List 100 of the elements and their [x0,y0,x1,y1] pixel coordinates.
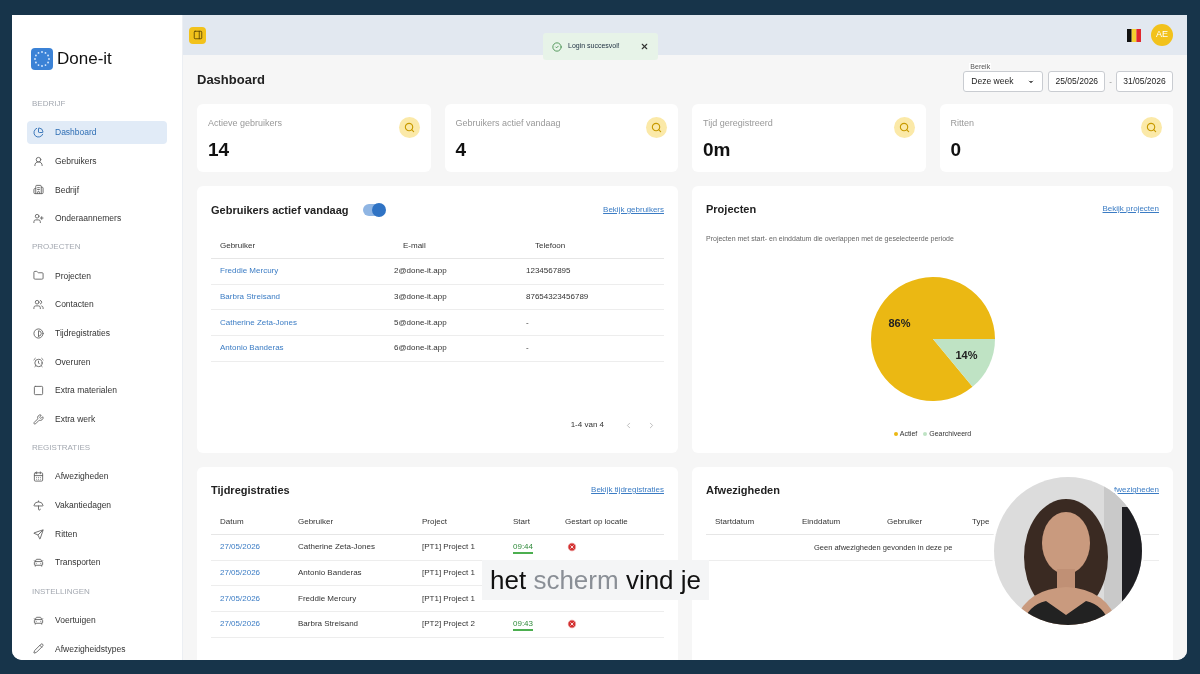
sidebar-item[interactable]: Contacten [27,293,167,317]
user-link[interactable]: Antonio Banderas [220,342,284,355]
table-cell: 6@done-it.app [394,342,447,355]
range-separator: - [1109,75,1112,88]
card-title: Tijdregistraties [211,482,290,498]
calendar-icon [33,471,44,483]
folder-icon [33,270,44,282]
table-cell: Antonio Banderas [298,567,362,580]
view-link[interactable]: fwezigheden [1114,484,1159,496]
table-cell: Catherine Zeta-Jones [298,541,375,554]
search-button[interactable] [398,117,420,138]
stat-label: Tijd geregistreerd [703,117,774,130]
sidebar-item[interactable]: Extra materialen [27,379,167,403]
search-button[interactable] [646,117,667,138]
column-header: Gebruiker [220,239,256,252]
close-icon[interactable] [640,42,649,51]
alarm-clock-icon [33,356,44,368]
stat-value: 0 [950,139,963,159]
table-cell: [PT2] Project 2 [422,618,475,631]
section-heading: INSTELLINGEN [32,585,90,598]
column-header: Start [513,515,530,528]
sidebar-item[interactable]: Gebruikers [27,149,167,173]
table-cell: 1234567895 [526,265,571,278]
table-cell: Barbra Streisand [298,618,359,631]
stat-value: 4 [455,139,468,159]
sidebar-item[interactable]: Voertuigen [27,608,167,632]
table-cell: - [526,316,529,329]
sidebar-item[interactable]: Afwezigheden [27,465,167,489]
panel-icon [192,30,203,40]
sidebar-item[interactable]: Vakantiedagen [27,493,167,517]
column-header: Datum [220,515,244,528]
users-icon [33,299,44,311]
user-icon [33,155,44,167]
panel-toggle-button[interactable] [189,26,206,44]
view-link[interactable]: Bekijk tijdregistraties [591,484,664,496]
building-icon [33,184,44,196]
section-heading: PROJECTEN [32,241,81,254]
user-link[interactable]: Barbra Streisand [220,291,281,304]
table-cell: [PT1] Project 1 [422,567,475,580]
view-link[interactable]: Bekijk gebruikers [603,204,664,216]
logo-icon [31,47,53,70]
column-header: Gebruiker [887,515,923,528]
search-button[interactable] [893,117,915,138]
date-field[interactable]: 25/05/2026 [1048,71,1106,92]
table-cell: - [526,342,529,355]
column-header: Gebruiker [298,515,334,528]
sidebar-item[interactable]: Afwezigheidstypes [27,637,167,660]
column-header: E-mail [403,239,426,252]
next-page-icon[interactable] [647,420,656,430]
half-circle-icon [33,327,44,339]
date-field[interactable]: 31/05/2026 [1116,71,1173,92]
section-heading: BEDRIJF [32,97,66,110]
slice-label: 14% [954,348,977,361]
table-cell: 2@done-it.app [394,265,447,278]
page-title: Dashboard [197,70,265,89]
subtitle-caption: het scherm vind je [482,560,710,600]
card-title: Projecten [706,201,757,217]
column-header: Type [972,515,990,528]
stat-value: 14 [208,139,231,159]
check-icon [552,41,562,52]
column-header: Startdatum [715,515,755,528]
stat-label: Ritten [950,117,975,130]
previous-page-icon[interactable] [624,420,633,430]
date-link[interactable]: 27/05/2026 [220,618,261,631]
app-name: Done-it [57,48,112,70]
column-header: Telefoon [535,239,566,252]
sidebar-item[interactable]: Ritten [27,522,167,546]
view-link[interactable]: Bekijk projecten [1102,203,1159,215]
column-header: Project [422,515,447,528]
table-cell: 5@done-it.app [394,316,447,329]
sidebar-item[interactable]: Tijdregistraties [27,321,167,345]
stat-value: 0m [703,139,732,159]
toggle-switch[interactable] [362,204,385,216]
sidebar-item[interactable]: Dashboard [27,121,167,145]
stat-label: Actieve gebruikers [208,117,284,130]
user-link[interactable]: Freddie Mercury [220,265,279,278]
table-cell: Freddie Mercury [298,592,357,605]
date-link[interactable]: 27/05/2026 [220,567,261,580]
flag-icon[interactable] [1127,28,1141,42]
column-header: Einddatum [802,515,841,528]
date-link[interactable]: 27/05/2026 [220,541,261,554]
pencil-icon [33,643,44,655]
sidebar-item[interactable]: Extra werk [27,407,167,431]
search-icon [651,122,662,133]
search-icon [1146,122,1157,133]
sidebar-item[interactable]: Onderaannemers [27,207,167,231]
date-link[interactable]: 27/05/2026 [220,592,261,605]
user-link[interactable]: Catherine Zeta-Jones [220,316,297,329]
sidebar-item[interactable]: Transporten [27,551,167,575]
table-cell: 3@done-it.app [394,291,447,304]
search-icon [403,122,415,133]
search-button[interactable] [1141,117,1162,138]
user-plus-icon [33,213,44,225]
table-cell: [PT1] Project 1 [422,541,475,554]
sidebar-item[interactable]: Projecten [27,264,167,288]
slice-label: 86% [888,316,911,329]
sidebar-item[interactable]: Bedrijf [27,178,167,202]
card-title: Gebruikers actief vandaag [211,202,349,218]
sidebar-item[interactable]: Overuren [27,350,167,374]
search-icon [898,122,910,133]
